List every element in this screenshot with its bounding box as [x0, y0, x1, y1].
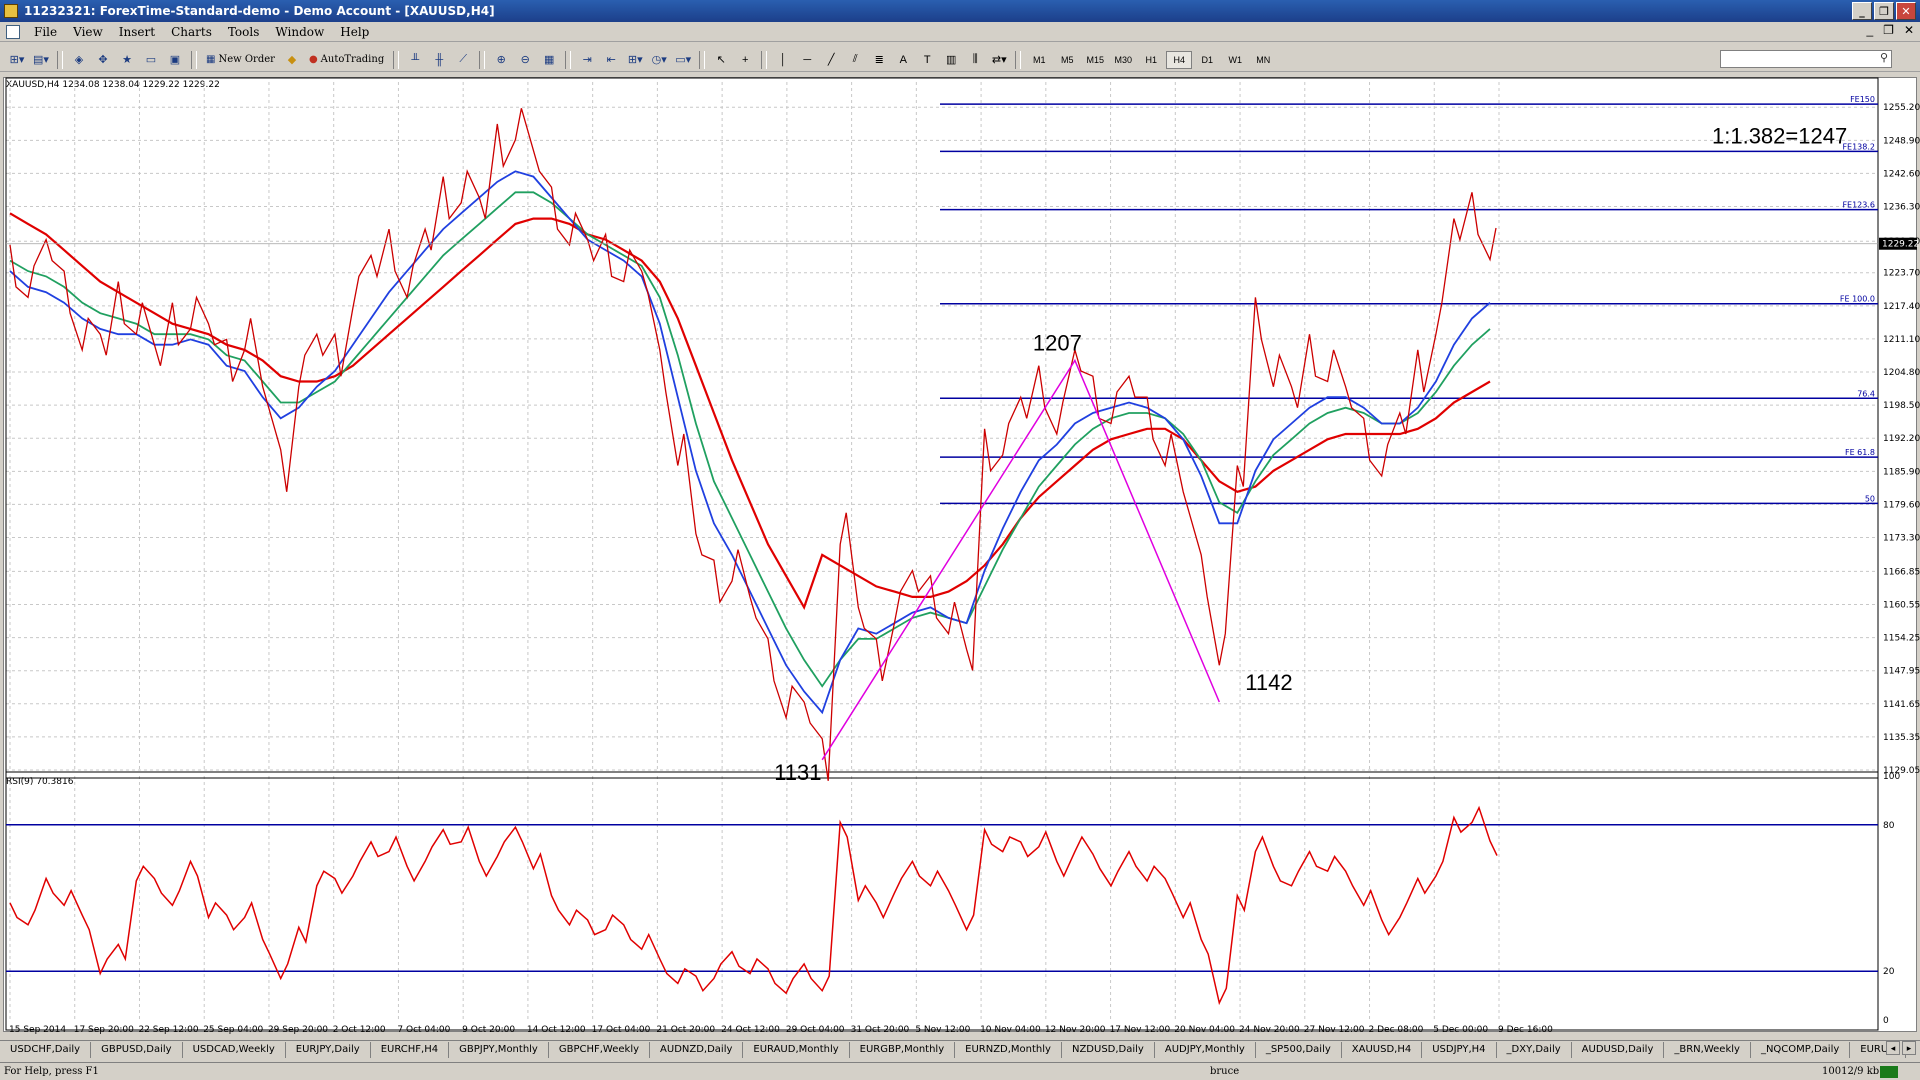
- chart-tab[interactable]: _NQCOMP,Daily: [1751, 1041, 1851, 1058]
- y-tick-label: 1135.35: [1883, 733, 1920, 743]
- y-tick-label: 1179.60: [1883, 500, 1920, 510]
- x-tick-label: 24 Nov 20:00: [1239, 1025, 1300, 1035]
- y-tick-label: 1166.85: [1883, 567, 1920, 577]
- rsi-y-tick-label: 20: [1883, 967, 1895, 977]
- x-tick-label: 29 Sep 20:00: [268, 1025, 328, 1035]
- chart-tab[interactable]: EURNZD,Monthly: [955, 1041, 1062, 1058]
- x-tick-label: 2 Oct 12:00: [333, 1025, 386, 1035]
- price-pane-frame: [5, 77, 1879, 779]
- status-connection: 10012/9 kb: [1822, 1066, 1880, 1077]
- ma-fast-line: [9, 170, 1491, 715]
- fibo-level-label: FE138.2: [1842, 142, 1875, 151]
- y-tick-label: 1173.30: [1883, 534, 1920, 544]
- y-tick-label: 1223.70: [1883, 269, 1920, 279]
- y-tick-label: 1198.50: [1883, 401, 1920, 411]
- swing-point-label: 1142: [1245, 670, 1292, 695]
- x-tick-label: 2 Dec 08:00: [1369, 1025, 1424, 1035]
- chart-tab[interactable]: AUDJPY,Monthly: [1155, 1041, 1256, 1058]
- swing-point-label: 1207: [1033, 330, 1082, 355]
- tab-navigation: ◂ ▸: [1886, 1041, 1916, 1055]
- swing-point-label: 1131: [774, 760, 821, 785]
- chart-tabs: USDCHF,Daily GBPUSD,Daily USDCAD,Weekly EUR…: [0, 1040, 1920, 1058]
- fibo-level-label: 50: [1865, 494, 1875, 503]
- rsi-y-tick-label: 100: [1883, 772, 1900, 782]
- chart-tab[interactable]: GBPJPY,Monthly: [449, 1041, 549, 1058]
- x-tick-label: 21 Oct 20:00: [656, 1025, 715, 1035]
- x-tick-label: 15 Sep 2014: [9, 1025, 66, 1035]
- x-tick-label: 24 Oct 12:00: [721, 1025, 780, 1035]
- y-tick-label: 1211.10: [1883, 335, 1920, 345]
- chart-tab[interactable]: _DXY,Daily: [1497, 1041, 1572, 1058]
- y-tick-label: 1242.60: [1883, 169, 1920, 179]
- fibo-level-label: FE 61.8: [1845, 448, 1875, 457]
- chart-tab[interactable]: NZDUSD,Daily: [1062, 1041, 1155, 1058]
- rsi-y-tick-label: 80: [1883, 821, 1895, 831]
- y-tick-label: 1236.30: [1883, 203, 1920, 213]
- rsi-y-tick-label: 0: [1883, 1016, 1889, 1026]
- x-tick-label: 9 Oct 20:00: [462, 1025, 515, 1035]
- tab-next-icon[interactable]: ▸: [1902, 1041, 1916, 1055]
- tab-prev-icon[interactable]: ◂: [1886, 1041, 1900, 1055]
- y-tick-label: 1217.40: [1883, 302, 1920, 312]
- chart-tab[interactable]: USDCAD,Weekly: [183, 1041, 286, 1058]
- rsi-line: [9, 805, 1498, 1006]
- fibo-level-label: 76.4: [1857, 389, 1875, 398]
- y-tick-label: 1154.25: [1883, 634, 1920, 644]
- chart-tab[interactable]: GBPCHF,Weekly: [549, 1041, 651, 1058]
- swing-zigzag-line: [821, 358, 1220, 761]
- x-tick-label: 9 Dec 16:00: [1498, 1025, 1553, 1035]
- chart-tab[interactable]: _SP500,Daily: [1256, 1041, 1342, 1058]
- chart-tab[interactable]: _BRN,Weekly: [1664, 1041, 1751, 1058]
- chart-canvas[interactable]: 1255.201248.901242.601236.301229.701223.…: [0, 0, 1920, 1080]
- x-tick-label: 12 Nov 20:00: [1045, 1025, 1106, 1035]
- x-tick-label: 17 Oct 04:00: [592, 1025, 651, 1035]
- x-tick-label: 14 Oct 12:00: [527, 1025, 586, 1035]
- x-tick-label: 22 Sep 12:00: [138, 1025, 198, 1035]
- chart-tab[interactable]: EURCHF,H4: [371, 1041, 450, 1058]
- y-tick-label: 1147.95: [1883, 667, 1920, 677]
- x-tick-label: 17 Sep 20:00: [74, 1025, 134, 1035]
- x-tick-label: 25 Sep 04:00: [203, 1025, 263, 1035]
- x-tick-label: 27 Nov 12:00: [1304, 1025, 1365, 1035]
- y-tick-label: 1160.55: [1883, 601, 1920, 611]
- chart-tab[interactable]: USDJPY,H4: [1422, 1041, 1497, 1058]
- current-price-label: 1229.22: [1882, 240, 1919, 250]
- chart-tab[interactable]: XAUUSD,H4: [1342, 1041, 1423, 1058]
- x-tick-label: 17 Nov 12:00: [1110, 1025, 1171, 1035]
- chart-tab[interactable]: USDCHF,Daily: [0, 1041, 92, 1058]
- status-bar: For Help, press F1 bruce 10012/9 kb: [0, 1062, 1920, 1080]
- y-tick-label: 1141.65: [1883, 700, 1920, 710]
- fibo-level-label: FE123.6: [1842, 201, 1875, 210]
- x-tick-label: 7 Oct 04:00: [397, 1025, 450, 1035]
- x-tick-label: 29 Oct 04:00: [786, 1025, 845, 1035]
- chart-tab[interactable]: EURGBP,Monthly: [850, 1041, 956, 1058]
- ma-mid-line: [9, 191, 1491, 688]
- projection-annotation: 1:1.382=1247: [1712, 123, 1847, 148]
- y-tick-label: 1185.90: [1883, 467, 1920, 477]
- y-tick-label: 1192.20: [1883, 434, 1920, 444]
- chart-tab[interactable]: AUDNZD,Daily: [650, 1041, 744, 1058]
- status-profile: bruce: [1210, 1066, 1240, 1077]
- y-tick-label: 1248.90: [1883, 136, 1920, 146]
- chart-tab[interactable]: AUDUSD,Daily: [1572, 1041, 1665, 1058]
- chart-tab[interactable]: EURAUD,Monthly: [743, 1041, 850, 1058]
- rsi-pane-frame: [5, 771, 1879, 1031]
- fibo-level-label: FE150: [1850, 95, 1875, 104]
- y-tick-label: 1255.20: [1883, 103, 1920, 113]
- status-help: For Help, press F1: [4, 1066, 99, 1077]
- x-tick-label: 5 Nov 12:00: [915, 1025, 970, 1035]
- x-tick-label: 20 Nov 04:00: [1174, 1025, 1235, 1035]
- x-tick-label: 10 Nov 04:00: [980, 1025, 1041, 1035]
- y-tick-label: 1204.80: [1883, 368, 1920, 378]
- fibo-level-label: FE 100.0: [1840, 295, 1875, 304]
- x-tick-label: 31 Oct 20:00: [851, 1025, 910, 1035]
- x-tick-label: 5 Dec 00:00: [1433, 1025, 1488, 1035]
- chart-tab[interactable]: GBPUSD,Daily: [91, 1041, 183, 1058]
- connection-bars-icon: [1880, 1066, 1910, 1078]
- chart-tab[interactable]: EURJPY,Daily: [286, 1041, 371, 1058]
